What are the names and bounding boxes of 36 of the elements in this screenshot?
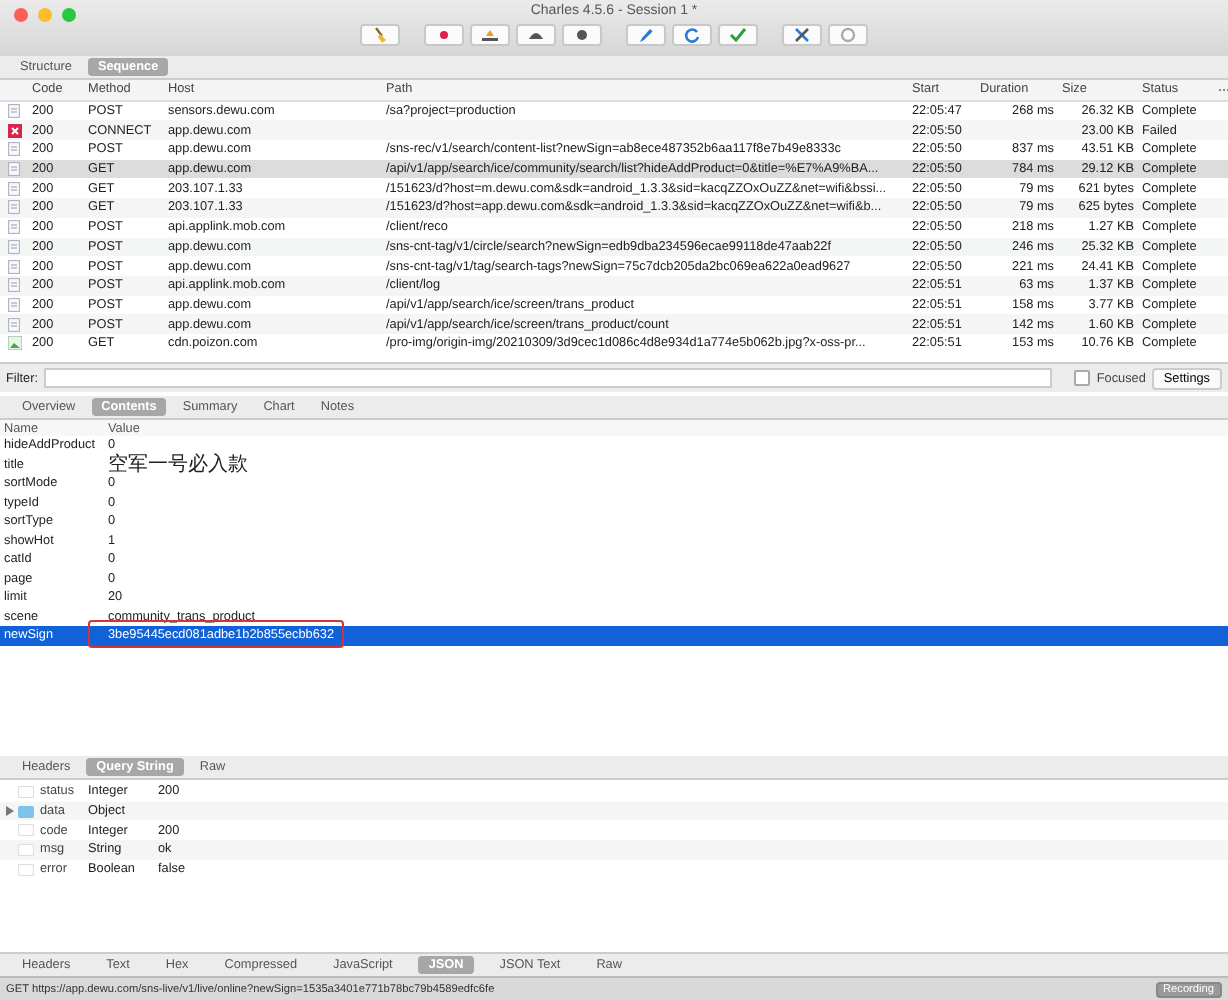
failed-icon (7, 123, 21, 138)
parameter-value: 空军一号必入款 (106, 455, 248, 474)
record-button[interactable] (424, 24, 464, 46)
checkmark-icon (728, 26, 748, 44)
settings-icon (838, 26, 858, 44)
broom-button[interactable] (360, 24, 400, 46)
document-icon (8, 200, 20, 215)
document-icon (8, 317, 20, 332)
record-icon (434, 26, 454, 44)
value-icon (18, 785, 34, 798)
refresh-icon (682, 26, 702, 44)
refresh-button[interactable] (672, 24, 712, 46)
document-icon (8, 142, 20, 157)
image-icon (7, 336, 21, 351)
document-icon (8, 297, 20, 312)
document-icon (8, 181, 20, 196)
pen-icon (636, 26, 656, 44)
document-icon (8, 220, 20, 235)
stop-icon (572, 26, 592, 44)
folder-icon (18, 805, 34, 818)
broom-icon (370, 26, 390, 44)
document-icon (8, 278, 20, 293)
tools-button[interactable] (782, 24, 822, 46)
turtle-button[interactable] (516, 24, 556, 46)
document-icon (8, 239, 20, 254)
tools-icon (792, 26, 812, 44)
document-icon (8, 162, 20, 177)
stop-button[interactable] (562, 24, 602, 46)
upload-tray-icon (480, 26, 500, 44)
pen-button[interactable] (626, 24, 666, 46)
expand-arrow-icon[interactable] (5, 806, 13, 817)
filter-field[interactable] (43, 368, 1053, 388)
check-button[interactable] (718, 24, 758, 46)
throttle-button[interactable] (470, 24, 510, 46)
document-icon (8, 259, 20, 274)
close-button[interactable] (14, 8, 28, 22)
